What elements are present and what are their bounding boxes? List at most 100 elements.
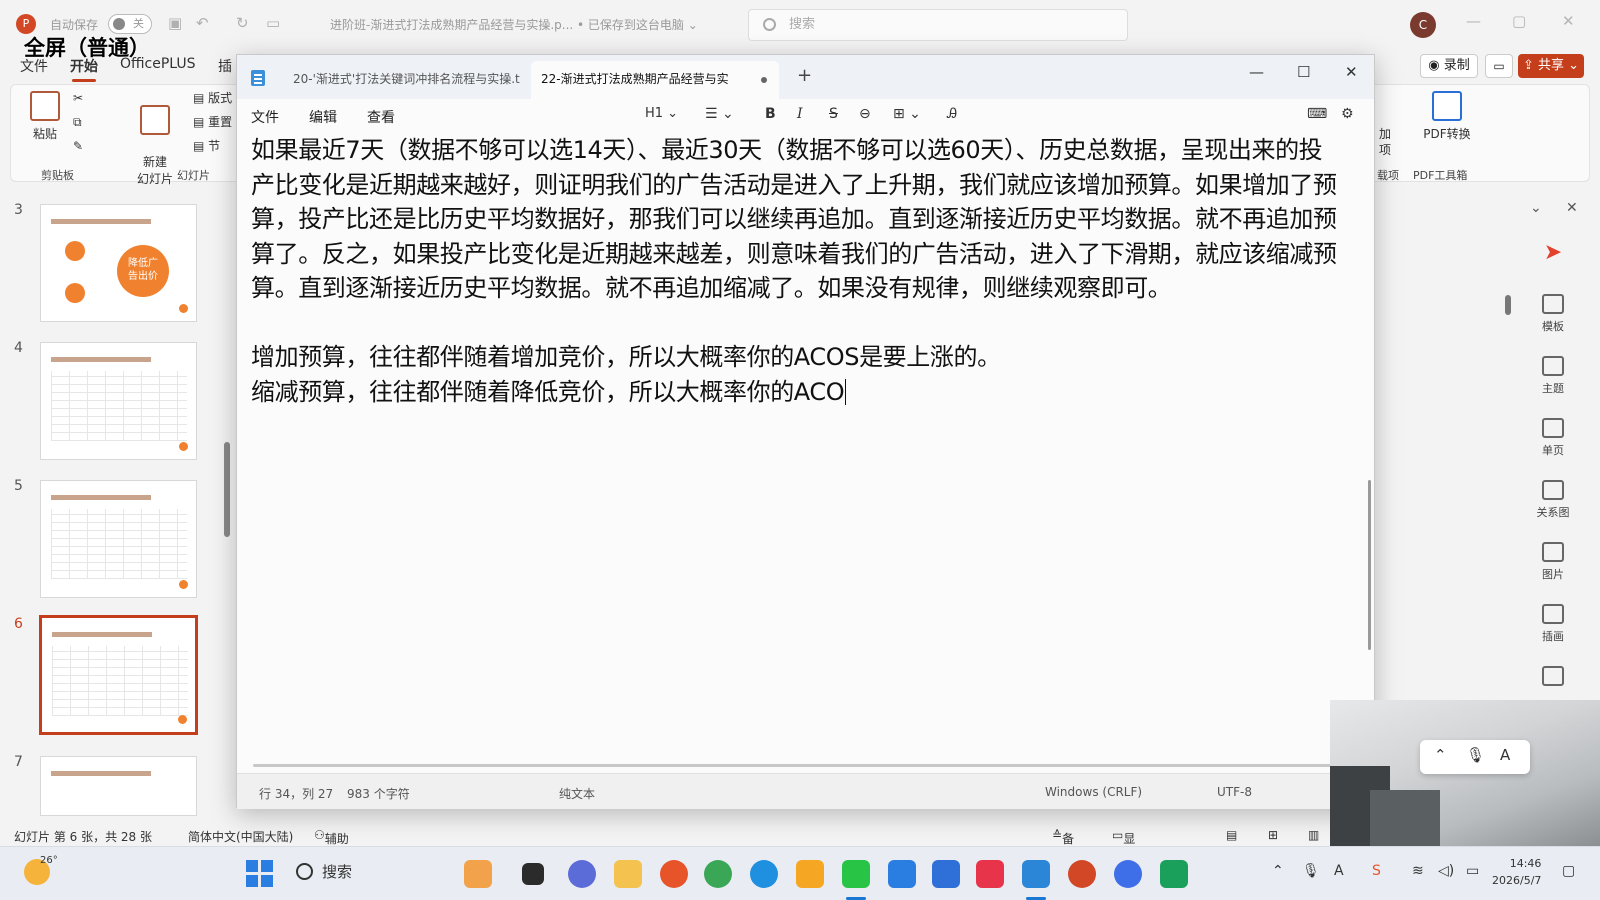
document-title[interactable]: 进阶班-渐进式打法成熟期产品经营与实操.p... • 已保存到这台电脑 ⌄: [330, 16, 698, 33]
chevron-up-icon[interactable]: ⌃: [1434, 746, 1447, 764]
feishu-icon[interactable]: [888, 860, 916, 888]
task-view-icon[interactable]: [522, 863, 544, 885]
slide-thumbnail-7[interactable]: [40, 756, 197, 816]
reading-view-icon[interactable]: ▥: [1308, 828, 1319, 842]
list-dropdown-icon[interactable]: ☰ ⌄: [705, 106, 734, 122]
copy-icon[interactable]: ⧉: [73, 115, 82, 130]
notepad-taskbar-icon[interactable]: [1022, 860, 1050, 888]
addins-label-2[interactable]: 项: [1379, 141, 1391, 158]
pdf-convert-button[interactable]: PDF转换: [1417, 91, 1477, 142]
maximize-icon[interactable]: ▢: [1512, 12, 1526, 30]
unsaved-dot-icon[interactable]: [761, 77, 767, 83]
pane-item-picture[interactable]: 图片: [1518, 542, 1588, 582]
taskbar-search[interactable]: 搜索: [296, 861, 352, 882]
reset-button[interactable]: ▤ 重置: [193, 113, 232, 130]
comment-icon[interactable]: ▭: [1485, 54, 1513, 78]
menu-view[interactable]: 查看: [367, 107, 395, 127]
line-ending-indicator[interactable]: Windows (CRLF): [1045, 785, 1142, 799]
maximize-icon[interactable]: ☐: [1297, 63, 1310, 81]
ppt-search-box[interactable]: 搜索: [748, 9, 1128, 41]
strikethrough-icon[interactable]: S: [829, 106, 838, 122]
cut-icon[interactable]: ✂: [73, 91, 83, 105]
redo-icon[interactable]: ↻: [236, 14, 249, 32]
volume-icon[interactable]: ◁): [1438, 863, 1454, 879]
editor-text[interactable]: 如果最近7天（数据不够可以选14天）、最近30天（数据不够可以选60天）、历史总…: [251, 133, 1343, 409]
tab-insert[interactable]: 插: [218, 56, 232, 76]
tray-font-icon[interactable]: A: [1334, 863, 1344, 879]
clear-format-icon[interactable]: Ꭿ: [947, 106, 957, 122]
minimize-icon[interactable]: —: [1249, 63, 1264, 81]
heading-dropdown[interactable]: H1 ⌄: [645, 106, 678, 121]
widgets-icon[interactable]: [464, 860, 492, 888]
normal-view-icon[interactable]: ▤: [1226, 828, 1237, 842]
layout-button[interactable]: ▤ 版式: [193, 89, 232, 106]
system-clock[interactable]: 14:46 2026/5/7: [1492, 855, 1541, 889]
format-indicator[interactable]: 纯文本: [559, 785, 595, 802]
table-dropdown-icon[interactable]: ⊞ ⌄: [893, 106, 921, 122]
wifi-icon[interactable]: ≋: [1412, 863, 1424, 879]
format-painter-icon[interactable]: ✎: [73, 139, 83, 153]
tray-app-icon[interactable]: S: [1372, 863, 1381, 879]
notepad-tab-20[interactable]: 20-'渐进式'打法关键词冲排名流程与实操.t: [283, 61, 529, 99]
bold-icon[interactable]: B: [765, 106, 776, 122]
share-button[interactable]: ⇪ 共享 ⌄: [1518, 54, 1584, 78]
pane-item-diagram[interactable]: 关系图: [1518, 480, 1588, 520]
copilot-app-icon[interactable]: [568, 860, 596, 888]
sorter-view-icon[interactable]: ⊞: [1268, 828, 1278, 842]
tab-home[interactable]: 开始: [70, 56, 98, 82]
menu-edit[interactable]: 编辑: [309, 107, 337, 127]
app-100p-icon[interactable]: [1160, 860, 1188, 888]
settings-gear-icon[interactable]: ⚙: [1341, 106, 1354, 122]
pane-item-template[interactable]: 模板: [1518, 294, 1588, 334]
editor-horizontal-scrollbar[interactable]: [253, 764, 1353, 767]
copilot-icon[interactable]: ⌨: [1307, 106, 1327, 122]
menu-file[interactable]: 文件: [251, 107, 279, 127]
autosave-toggle[interactable]: 关: [108, 14, 152, 34]
link-icon[interactable]: ⊖: [859, 106, 871, 122]
collapse-chevron-icon[interactable]: ⌄: [1530, 200, 1542, 216]
pane-item-theme[interactable]: 主题: [1518, 356, 1588, 396]
pane-close-icon[interactable]: ✕: [1566, 200, 1578, 216]
italic-icon[interactable]: I: [797, 106, 803, 122]
present-icon[interactable]: ▭: [266, 14, 280, 32]
browser-icon[interactable]: [1114, 860, 1142, 888]
app-icon[interactable]: [932, 860, 960, 888]
minimize-icon[interactable]: —: [1466, 12, 1481, 30]
section-button[interactable]: ▤ 节: [193, 137, 220, 154]
xmind-icon[interactable]: [976, 860, 1004, 888]
chrome-icon[interactable]: [704, 860, 732, 888]
new-slide-button[interactable]: 新建 幻灯片: [135, 91, 175, 187]
designer-icon[interactable]: ➤: [1518, 240, 1588, 265]
slide-thumbnail-3[interactable]: 降低广 告出价: [40, 204, 197, 322]
thumbnail-scrollbar[interactable]: [224, 442, 230, 537]
pane-scrollbar[interactable]: [1505, 295, 1511, 315]
avatar[interactable]: C: [1410, 12, 1436, 38]
mail-icon[interactable]: [796, 860, 824, 888]
notepad-tab-22[interactable]: 22-渐进式打法成熟期产品经营与实: [531, 61, 779, 99]
notification-icon[interactable]: ▢: [1562, 863, 1575, 879]
accessibility-status[interactable]: ⚇ 辅助功能：一切就绪: [314, 828, 349, 897]
addins-label-1[interactable]: 加: [1379, 125, 1391, 142]
notepad-editor[interactable]: 如果最近7天（数据不够可以选14天）、最近30天（数据不够可以选60天）、历史总…: [237, 133, 1347, 753]
slide-thumbnail-5[interactable]: [40, 480, 197, 598]
tray-microphone-icon[interactable]: 🎙: [1302, 863, 1320, 879]
weather-icon[interactable]: 26°: [24, 855, 58, 885]
pane-item-single-page[interactable]: 单页: [1518, 418, 1588, 458]
font-icon[interactable]: A: [1500, 746, 1510, 764]
pane-item-more[interactable]: [1518, 666, 1588, 690]
microphone-icon[interactable]: 🎙: [1466, 746, 1485, 764]
tray-chevron-up-icon[interactable]: ⌃: [1272, 863, 1284, 879]
wechat-icon[interactable]: [842, 860, 870, 888]
save-icon[interactable]: ▣: [168, 14, 182, 32]
language-indicator[interactable]: 简体中文(中国大陆): [188, 828, 293, 845]
firefox-icon[interactable]: [660, 860, 688, 888]
slide-thumbnail-6[interactable]: [40, 616, 197, 734]
powerpoint-taskbar-icon[interactable]: [1068, 860, 1096, 888]
close-icon[interactable]: ✕: [1345, 63, 1358, 81]
start-menu-icon[interactable]: [246, 860, 274, 888]
close-icon[interactable]: ✕: [1562, 12, 1575, 30]
tab-file[interactable]: 文件: [20, 56, 48, 76]
encoding-indicator[interactable]: UTF-8: [1217, 785, 1252, 799]
pane-item-illustration[interactable]: 插画: [1518, 604, 1588, 644]
paste-button[interactable]: 粘贴: [25, 91, 65, 142]
